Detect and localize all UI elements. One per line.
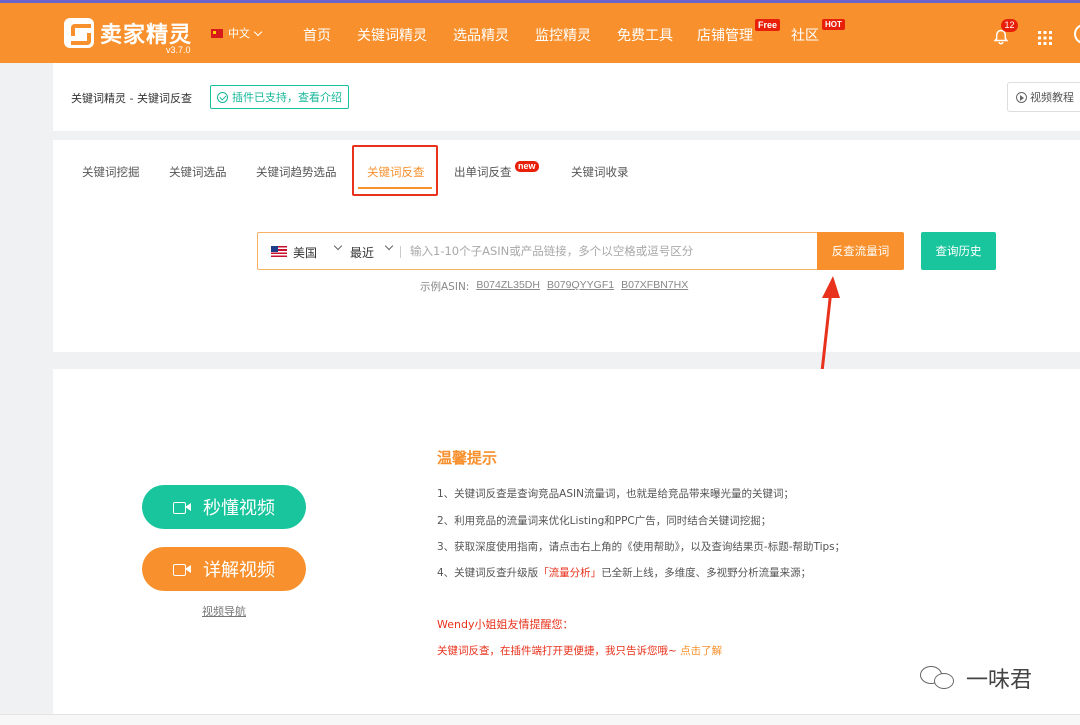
china-flag-icon — [211, 28, 223, 38]
video-camera-icon — [173, 501, 191, 514]
tab-keyword-product-selection[interactable]: 关键词选品 — [169, 164, 227, 180]
app-version: v3.7.0 — [166, 45, 191, 55]
nav-monitor-genie[interactable]: 监控精灵 — [535, 25, 591, 45]
nav-home[interactable]: 首页 — [303, 25, 331, 45]
tip4-prefix: 4、关键词反查升级版 — [437, 567, 539, 579]
top-header: 卖家精灵 v3.7.0 中文 首页 关键词精灵 选品精灵 监控精灵 免费工具 店… — [0, 3, 1080, 63]
video-camera-icon — [173, 563, 191, 576]
wendy-reminder-title: Wendy小姐姐友情提醒您： — [437, 618, 574, 631]
language-selector[interactable]: 中文 — [211, 25, 263, 41]
plugin-notice-link[interactable]: 插件已支持，查看介绍 — [210, 85, 349, 109]
detailed-video-label: 详解视频 — [203, 560, 275, 581]
us-flag-icon — [271, 246, 287, 257]
tips-title: 温馨提示 — [437, 449, 498, 467]
wendy-reminder-message: 关键词反查，在插件端打开更便捷，我只告诉您哦~ 点击了解 — [437, 643, 722, 658]
free-badge: Free — [755, 19, 781, 31]
tab-keyword-mining[interactable]: 关键词挖掘 — [82, 164, 140, 180]
tip-item: 3、获取深度使用指南，请点击右上角的《使用帮助》，以及查询结果页-标题-帮助Ti… — [437, 541, 846, 553]
query-history-button[interactable]: 查询历史 — [921, 232, 996, 270]
bottom-scrollbar-area — [0, 714, 1080, 725]
quick-video-button[interactable]: 秒懂视频 — [142, 485, 306, 529]
learn-more-link[interactable]: 点击了解 — [680, 645, 722, 657]
tip4-suffix: 已全新上线，多维度、多视野分析流量来源； — [601, 567, 812, 579]
search-panel: 关键词挖掘 关键词选品 关键词趋势选品 关键词反查 出单词反查 new 关键词收… — [53, 140, 1080, 352]
country-selector[interactable]: 美国 — [293, 244, 317, 261]
video-navigation-link[interactable]: 视频导航 — [202, 603, 246, 619]
tip-item: 4、关键词反查升级版「流量分析」已全新上线，多维度、多视野分析流量来源； — [437, 565, 811, 580]
tab-keyword-reverse-lookup[interactable]: 关键词反查 — [367, 164, 425, 180]
plugin-notice-label: 插件已支持，查看介绍 — [232, 91, 342, 104]
video-tutorial-label: 视频教程 — [1030, 91, 1074, 104]
quick-video-label: 秒懂视频 — [203, 498, 275, 519]
apps-grid-icon[interactable] — [1037, 30, 1053, 46]
tab-keyword-indexing[interactable]: 关键词收录 — [571, 164, 629, 180]
example-asin-link[interactable]: B07XFBN7HX — [621, 279, 688, 294]
tab-order-keyword-lookup[interactable]: 出单词反查 — [454, 164, 512, 180]
video-tutorial-button[interactable]: 视频教程 — [1007, 82, 1080, 112]
country-chevron-down-icon[interactable] — [333, 241, 343, 251]
wendy-message-text: 关键词反查，在插件端打开更便捷，我只告诉您哦~ — [437, 645, 681, 657]
nav-product-genie[interactable]: 选品精灵 — [453, 25, 509, 45]
active-tab-underline — [358, 187, 432, 189]
traffic-analysis-link[interactable]: 「流量分析」 — [538, 567, 601, 579]
new-badge: new — [515, 161, 539, 172]
breadcrumb-panel: 关键词精灵 - 关键词反查 插件已支持，查看介绍 视频教程 — [53, 63, 1080, 131]
asin-search-input[interactable] — [410, 238, 810, 264]
language-label: 中文 — [228, 27, 250, 40]
reverse-lookup-button[interactable]: 反查流量词 — [817, 232, 904, 270]
breadcrumb: 关键词精灵 - 关键词反查 — [71, 92, 192, 105]
period-chevron-down-icon[interactable] — [384, 241, 394, 251]
nav-free-tools[interactable]: 免费工具 — [617, 25, 673, 45]
nav-store-management[interactable]: 店铺管理 — [697, 25, 753, 45]
nav-keyword-genie[interactable]: 关键词精灵 — [357, 25, 427, 45]
user-avatar-icon[interactable] — [1074, 24, 1080, 44]
nav-community[interactable]: 社区 — [791, 25, 819, 45]
detailed-video-button[interactable]: 详解视频 — [142, 547, 306, 591]
check-circle-icon — [217, 91, 228, 103]
tip-item: 1、关键词反查是查询竞品ASIN流量词，也就是给竞品带来曝光量的关键词； — [437, 488, 794, 500]
search-divider — [400, 246, 401, 258]
search-bar: 美国 最近 反查流量词 — [257, 232, 904, 270]
watermark: 一味君 — [920, 662, 1032, 694]
notification-count-badge: 12 — [1001, 19, 1018, 32]
play-circle-icon — [1016, 91, 1027, 103]
tab-keyword-trend-selection[interactable]: 关键词趋势选品 — [256, 164, 337, 180]
logo-icon — [64, 18, 94, 48]
period-selector[interactable]: 最近 — [350, 244, 374, 261]
example-asin-link[interactable]: B079QYYGF1 — [547, 279, 614, 294]
example-asins-label: 示例ASIN: — [420, 281, 470, 293]
hot-badge: HOT — [822, 19, 845, 30]
chat-bubbles-icon — [920, 664, 958, 692]
example-asins: 示例ASIN: B074ZL35DH B079QYYGF1 B07XFBN7HX — [420, 279, 688, 294]
example-asin-link[interactable]: B074ZL35DH — [476, 279, 540, 294]
tip-item: 2、利用竞品的流量词来优化Listing和PPC广告，同时结合关键词挖掘； — [437, 515, 772, 527]
watermark-text: 一味君 — [966, 668, 1033, 693]
chevron-down-icon — [253, 27, 263, 36]
